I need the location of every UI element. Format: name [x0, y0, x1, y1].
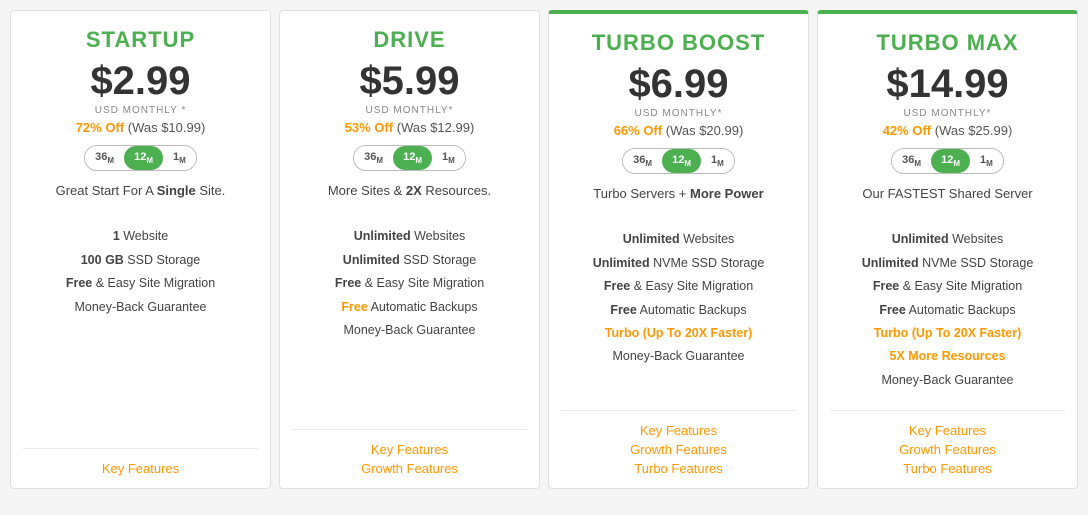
plan-feature-item-turbo-boost-1: Unlimited NVMe SSD Storage [561, 252, 796, 275]
plan-period-startup: USD MONTHLY * [95, 105, 187, 116]
plan-features-turbo-boost: Unlimited WebsitesUnlimited NVMe SSD Sto… [561, 228, 796, 392]
plan-features-turbo-max: Unlimited WebsitesUnlimited NVMe SSD Sto… [830, 228, 1065, 392]
plan-link-turbo-max-2[interactable]: Turbo Features [903, 461, 991, 476]
plan-feature-item-drive-2: Free & Easy Site Migration [292, 272, 527, 295]
plan-feature-item-startup-2: Free & Easy Site Migration [23, 272, 258, 295]
billing-toggle-drive[interactable]: 36M12M1M [353, 145, 466, 171]
plan-link-startup-0[interactable]: Key Features [102, 461, 179, 476]
plan-card-turbo-boost: TURBO BOOST $6.99 USD MONTHLY* 66% Off (Was… [548, 10, 809, 489]
plan-period-turbo-boost: USD MONTHLY* [635, 108, 723, 119]
billing-option-36m-turbo-max[interactable]: 36M [892, 149, 931, 173]
plan-feature-item-drive-3: Free Automatic Backups [292, 296, 527, 319]
plan-feature-item-turbo-boost-4: Turbo (Up To 20X Faster) [561, 322, 796, 345]
billing-toggle-startup[interactable]: 36M12M1M [84, 145, 197, 171]
plan-link-turbo-max-0[interactable]: Key Features [909, 423, 986, 438]
plan-card-drive: DRIVE $5.99 USD MONTHLY* 53% Off (Was $12.9… [279, 10, 540, 489]
plan-card-startup: STARTUP $2.99 USD MONTHLY * 72% Off (Was $1… [10, 10, 271, 489]
plan-link-turbo-max-1[interactable]: Growth Features [899, 442, 996, 457]
plan-period-drive: USD MONTHLY* [366, 105, 454, 116]
billing-toggle-turbo-max[interactable]: 36M12M1M [891, 148, 1004, 174]
divider-drive [292, 429, 527, 430]
plan-discount-startup: 72% Off (Was $10.99) [76, 120, 206, 135]
plan-period-turbo-max: USD MONTHLY* [904, 108, 992, 119]
plan-feature-item-turbo-boost-3: Free Automatic Backups [561, 299, 796, 322]
plan-feature-item-drive-4: Money-Back Guarantee [292, 319, 527, 342]
plan-price-drive: $5.99 [359, 59, 459, 103]
plan-feature-item-turbo-max-0: Unlimited Websites [830, 228, 1065, 251]
plan-name-turbo-max: TURBO MAX [876, 30, 1018, 56]
plan-discount-drive: 53% Off (Was $12.99) [345, 120, 475, 135]
plan-feature-item-turbo-max-6: Money-Back Guarantee [830, 369, 1065, 392]
plan-feature-item-drive-1: Unlimited SSD Storage [292, 249, 527, 272]
plan-tagline-turbo-max: Our FASTEST Shared Server [862, 186, 1032, 218]
plan-link-turbo-boost-0[interactable]: Key Features [640, 423, 717, 438]
plan-link-turbo-boost-1[interactable]: Growth Features [630, 442, 727, 457]
plan-card-turbo-max: TURBO MAX $14.99 USD MONTHLY* 42% Off (Was … [817, 10, 1078, 489]
plan-tagline-startup: Great Start For A Single Site. [56, 183, 226, 215]
plan-discount-turbo-boost: 66% Off (Was $20.99) [614, 123, 744, 138]
billing-option-1m-drive[interactable]: 1M [432, 146, 465, 170]
plan-links-drive: Key Features Growth Features [292, 442, 527, 476]
plan-features-startup: 1 Website100 GB SSD StorageFree & Easy S… [23, 225, 258, 430]
plan-name-turbo-boost: TURBO BOOST [592, 30, 766, 56]
plan-links-turbo-boost: Key Features Growth Features Turbo Feature… [561, 423, 796, 476]
plan-features-drive: Unlimited WebsitesUnlimited SSD StorageF… [292, 225, 527, 411]
plan-feature-item-turbo-max-2: Free & Easy Site Migration [830, 275, 1065, 298]
billing-option-12m-startup[interactable]: 12M [124, 146, 163, 170]
plan-price-startup: $2.99 [90, 59, 190, 103]
plan-feature-item-startup-0: 1 Website [23, 225, 258, 248]
divider-startup [23, 448, 258, 449]
billing-toggle-turbo-boost[interactable]: 36M12M1M [622, 148, 735, 174]
plan-feature-item-turbo-boost-0: Unlimited Websites [561, 228, 796, 251]
plan-name-drive: DRIVE [373, 27, 445, 53]
billing-option-12m-turbo-boost[interactable]: 12M [662, 149, 701, 173]
pricing-container: STARTUP $2.99 USD MONTHLY * 72% Off (Was $1… [10, 10, 1078, 489]
plan-price-turbo-max: $14.99 [886, 62, 1008, 106]
plan-feature-item-startup-1: 100 GB SSD Storage [23, 249, 258, 272]
plan-feature-item-turbo-boost-5: Money-Back Guarantee [561, 345, 796, 368]
plan-price-turbo-boost: $6.99 [628, 62, 728, 106]
plan-feature-item-turbo-max-5: 5X More Resources [830, 345, 1065, 368]
plan-link-drive-0[interactable]: Key Features [371, 442, 448, 457]
plan-feature-item-turbo-boost-2: Free & Easy Site Migration [561, 275, 796, 298]
plan-link-drive-1[interactable]: Growth Features [361, 461, 458, 476]
billing-option-36m-drive[interactable]: 36M [354, 146, 393, 170]
plan-discount-turbo-max: 42% Off (Was $25.99) [883, 123, 1013, 138]
divider-turbo-max [830, 410, 1065, 411]
plan-feature-item-turbo-max-4: Turbo (Up To 20X Faster) [830, 322, 1065, 345]
plan-feature-item-startup-3: Money-Back Guarantee [23, 296, 258, 319]
billing-option-1m-startup[interactable]: 1M [163, 146, 196, 170]
plan-links-turbo-max: Key Features Growth Features Turbo Feature… [830, 423, 1065, 476]
divider-turbo-boost [561, 410, 796, 411]
plan-link-turbo-boost-2[interactable]: Turbo Features [634, 461, 722, 476]
billing-option-1m-turbo-boost[interactable]: 1M [701, 149, 734, 173]
plan-feature-item-turbo-max-1: Unlimited NVMe SSD Storage [830, 252, 1065, 275]
billing-option-36m-turbo-boost[interactable]: 36M [623, 149, 662, 173]
plan-tagline-turbo-boost: Turbo Servers + More Power [593, 186, 763, 218]
plan-name-startup: STARTUP [86, 27, 195, 53]
billing-option-1m-turbo-max[interactable]: 1M [970, 149, 1003, 173]
plan-feature-item-drive-0: Unlimited Websites [292, 225, 527, 248]
plan-feature-item-turbo-max-3: Free Automatic Backups [830, 299, 1065, 322]
billing-option-36m-startup[interactable]: 36M [85, 146, 124, 170]
plan-links-startup: Key Features [23, 461, 258, 476]
plan-tagline-drive: More Sites & 2X Resources. [328, 183, 491, 215]
billing-option-12m-turbo-max[interactable]: 12M [931, 149, 970, 173]
billing-option-12m-drive[interactable]: 12M [393, 146, 432, 170]
